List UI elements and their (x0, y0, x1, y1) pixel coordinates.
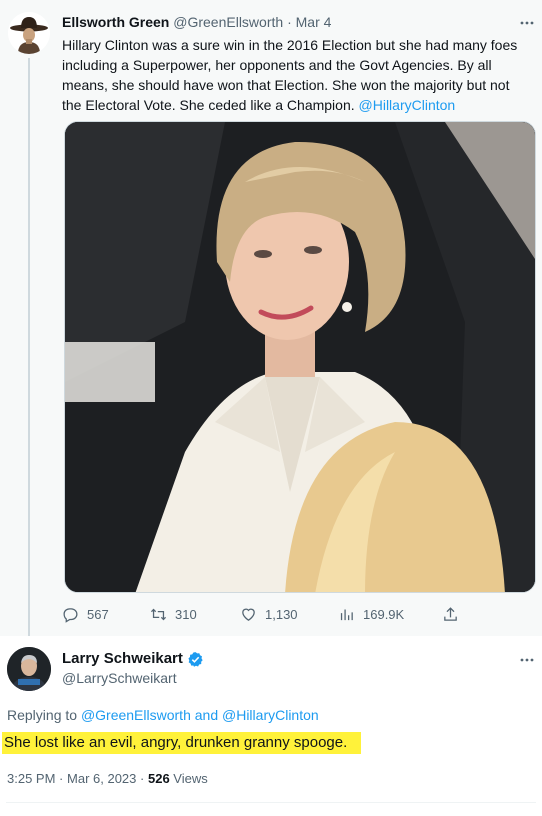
replying-label: Replying to (7, 707, 81, 723)
tweet-text: Hillary Clinton was a sure win in the 20… (62, 35, 532, 115)
photo-illustration (65, 122, 535, 592)
views-button[interactable]: 169.9K (338, 604, 404, 624)
reply-count: 567 (87, 606, 109, 622)
more-icon[interactable] (518, 14, 536, 32)
highlighted-text: She lost like an evil, angry, drunken gr… (2, 732, 362, 754)
retweet-icon (150, 608, 167, 620)
share-icon (444, 606, 457, 621)
author-name[interactable]: Ellsworth Green (62, 14, 169, 30)
author-handle[interactable]: @LarrySchweikart (62, 669, 177, 687)
views-count[interactable]: 526 (148, 771, 170, 786)
like-count: 1,130 (265, 606, 298, 622)
parent-tweet[interactable]: Ellsworth Green @GreenEllsworth · Mar 4 … (0, 0, 542, 638)
tweet-header: Ellsworth Green @GreenEllsworth · Mar 4 (62, 13, 331, 31)
author-handle[interactable]: @GreenEllsworth (173, 14, 283, 30)
separator: · (287, 14, 292, 30)
views-count: 169.9K (363, 606, 405, 622)
author-name[interactable]: Larry Schweikart (62, 650, 183, 668)
replying-to: Replying to @GreenEllsworth and @Hillary… (7, 706, 319, 724)
tweet-date[interactable]: Mar 6, 2023 (67, 771, 136, 786)
separator: · (59, 771, 64, 786)
tweet-date[interactable]: Mar 4 (296, 14, 332, 30)
tweet-text: She lost like an evil, angry, drunken gr… (2, 732, 362, 754)
share-button[interactable] (442, 604, 459, 624)
retweet-count: 310 (175, 606, 197, 622)
thread-line (28, 58, 30, 638)
reply-tweet[interactable]: Larry Schweikart @LarrySchweikart Replyi… (0, 636, 542, 816)
mention-link[interactable]: @HillaryClinton (359, 97, 456, 113)
retweet-button[interactable]: 310 (150, 604, 197, 624)
tweet-time[interactable]: 3:25 PM (7, 771, 55, 786)
views-icon (340, 609, 353, 620)
divider (6, 802, 536, 803)
tweet-actions: 567 310 1,130 169.9K (62, 604, 482, 624)
avatar[interactable] (7, 647, 51, 691)
reply-button[interactable]: 567 (62, 604, 109, 624)
avatar[interactable] (8, 12, 50, 54)
replying-and[interactable]: and (191, 707, 222, 723)
reply-icon (63, 607, 78, 623)
like-icon (242, 608, 255, 621)
tweet-photo[interactable] (64, 121, 536, 593)
separator: · (140, 771, 145, 786)
views-label: Views (169, 771, 208, 786)
verified-badge-icon[interactable] (187, 651, 204, 668)
more-icon[interactable] (518, 651, 536, 669)
like-button[interactable]: 1,130 (240, 604, 298, 624)
author-name-row: Larry Schweikart (62, 650, 204, 668)
tweet-meta: 3:25 PM · Mar 6, 2023 · 526 Views (7, 770, 208, 788)
mention-link[interactable]: @HillaryClinton (222, 707, 319, 723)
mention-link[interactable]: @GreenEllsworth (81, 707, 191, 723)
